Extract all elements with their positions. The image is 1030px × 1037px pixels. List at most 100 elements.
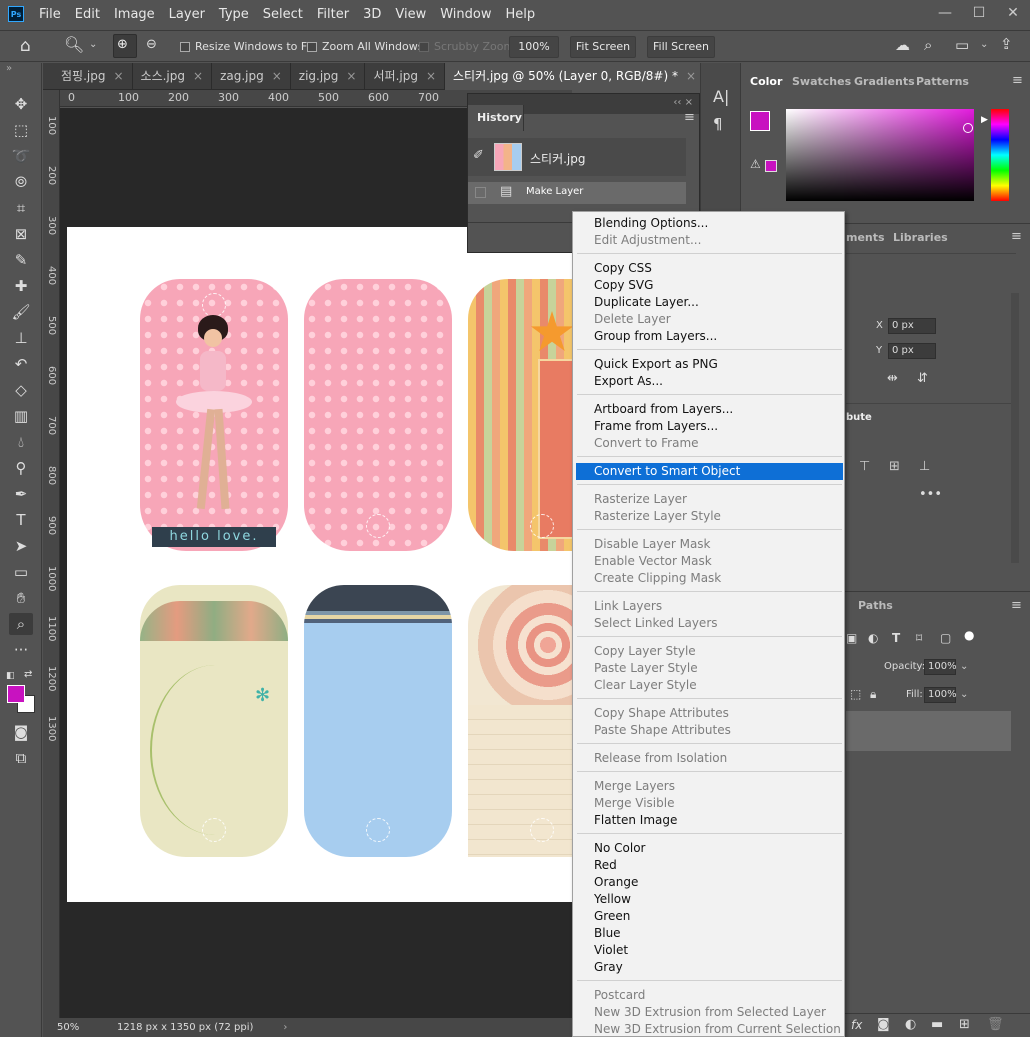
scrubby-zoom-checkbox[interactable]: Scrubby Zoom	[419, 40, 514, 53]
menu-item-artboard-from-layers[interactable]: Artboard from Layers...	[594, 401, 733, 418]
eraser-icon[interactable]: ◇	[9, 379, 33, 401]
flip-horizontal-icon[interactable]: ⇹	[887, 371, 898, 386]
foreground-color-swatch[interactable]	[7, 685, 25, 703]
history-step-checkbox[interactable]	[475, 187, 486, 198]
menu-item-gray[interactable]: Gray	[594, 959, 623, 976]
screen-mode-icon[interactable]: ⧉	[9, 747, 33, 769]
menu-item-flatten-image[interactable]: Flatten Image	[594, 812, 677, 829]
menu-item-frame-from-layers[interactable]: Frame from Layers...	[594, 418, 718, 435]
rectangle-tool-icon[interactable]: ▭	[9, 561, 33, 583]
add-mask-icon[interactable]: ◙	[877, 1017, 890, 1032]
menu-item-no-color[interactable]: No Color	[594, 840, 645, 857]
menu-item-blending-options[interactable]: Blending Options...	[594, 215, 708, 232]
lasso-tool-icon[interactable]: ➰	[9, 145, 33, 167]
y-field[interactable]: 0 px	[888, 343, 936, 359]
tab-close-icon[interactable]: ×	[686, 69, 696, 83]
panel-menu-icon[interactable]: ≡	[684, 110, 695, 125]
delete-layer-icon[interactable]: 🗑︎	[987, 1017, 1004, 1032]
menu-item-red[interactable]: Red	[594, 857, 617, 874]
menu-item-green[interactable]: Green	[594, 908, 630, 925]
tab-document-active[interactable]: 스티커.jpg @ 50% (Layer 0, RGB/8#) * ×	[445, 63, 706, 90]
lock-artboard-icon[interactable]: ⬚	[850, 687, 861, 701]
fill-chevron-icon[interactable]: ⌄	[960, 689, 968, 700]
tab-document[interactable]: 점핑.jpg ×	[43, 63, 133, 90]
flip-vertical-icon[interactable]: ⇵	[917, 371, 928, 386]
filter-shape-icon[interactable]: ⌑	[916, 631, 922, 645]
filter-image-icon[interactable]: ▣	[846, 631, 857, 645]
tab-close-icon[interactable]: ×	[426, 69, 436, 83]
quick-mask-icon[interactable]: ◙	[9, 721, 33, 743]
menu-item-yellow[interactable]: Yellow	[594, 891, 631, 908]
eyedropper-icon[interactable]: ✎	[9, 249, 33, 271]
tab-paths[interactable]: Paths	[858, 599, 893, 612]
zoom-percent-field[interactable]: 100%	[509, 36, 559, 58]
align-bottom-icon[interactable]: ⊥	[919, 459, 930, 474]
search-icon[interactable]: ⌕	[924, 36, 932, 54]
dodge-tool-icon[interactable]: ⚲	[9, 457, 33, 479]
menu-edit[interactable]: Edit	[68, 7, 107, 22]
warning-icon[interactable]: ⚠	[750, 157, 761, 171]
tab-close-icon[interactable]: ×	[193, 69, 203, 83]
tab-document[interactable]: 소스.jpg ×	[133, 63, 213, 90]
menu-item-export-as[interactable]: Export As...	[594, 373, 663, 390]
menu-item-duplicate-layer[interactable]: Duplicate Layer...	[594, 294, 699, 311]
tab-close-icon[interactable]: ×	[272, 69, 282, 83]
zoom-in-icon[interactable]: ⊕	[117, 37, 128, 52]
more-options-icon[interactable]: •••	[919, 487, 942, 502]
tab-libraries[interactable]: Libraries	[893, 231, 948, 244]
gradient-icon[interactable]: ▥	[9, 405, 33, 427]
hand-tool-icon[interactable]: ✋︎	[9, 587, 33, 609]
cloud-user-icon[interactable]: ☁	[895, 36, 910, 54]
panel-menu-icon[interactable]: ≡	[1011, 229, 1022, 244]
blur-tool-icon[interactable]: 💧︎	[9, 431, 33, 453]
paragraph-panel-icon[interactable]: ¶	[713, 115, 723, 133]
zoom-all-checkbox[interactable]: Zoom All Windows	[307, 40, 423, 53]
menu-file[interactable]: File	[32, 7, 68, 22]
menu-item-violet[interactable]: Violet	[594, 942, 628, 959]
history-brush-icon[interactable]: ↶	[9, 353, 33, 375]
tab-document[interactable]: 서퍼.jpg ×	[365, 63, 446, 90]
x-field[interactable]: 0 px	[888, 318, 936, 334]
history-brush-source-icon[interactable]: ✐	[473, 148, 484, 163]
move-tool-icon[interactable]: ✥	[9, 93, 33, 115]
menu-item-orange[interactable]: Orange	[594, 874, 638, 891]
color-foreground-swatch[interactable]	[750, 111, 770, 131]
zoom-out-icon[interactable]: ⊖	[146, 37, 157, 52]
tab-color[interactable]: Color	[750, 75, 782, 88]
tab-swatches[interactable]: Swatches	[792, 75, 851, 88]
tab-adjustments[interactable]: ments	[846, 231, 885, 244]
close-icon[interactable]: ✕	[996, 0, 1030, 28]
menu-image[interactable]: Image	[107, 7, 162, 22]
chevron-down-icon[interactable]: ⌄	[89, 39, 97, 50]
hue-slider-marker[interactable]: ▶	[981, 115, 988, 125]
healing-brush-icon[interactable]: ✚	[9, 275, 33, 297]
pen-tool-icon[interactable]: ✒	[9, 483, 33, 505]
status-menu-icon[interactable]: ›	[283, 1022, 287, 1033]
menu-item-group-from-layers[interactable]: Group from Layers...	[594, 328, 717, 345]
properties-scrollbar[interactable]	[1011, 293, 1019, 563]
more-tools-icon[interactable]: ···	[9, 639, 33, 661]
panel-menu-icon[interactable]: ≡	[1011, 598, 1022, 613]
minimize-icon[interactable]: —	[928, 0, 962, 28]
filter-toggle-icon[interactable]: ●	[964, 628, 974, 642]
lock-icon[interactable]: 🔒︎	[870, 687, 876, 702]
path-select-icon[interactable]: ➤	[9, 535, 33, 557]
zoom-tool-icon[interactable]: ⌕	[9, 613, 33, 635]
brush-tool-icon[interactable]: 🖌︎	[9, 301, 33, 323]
panel-menu-icon[interactable]: ≡	[1012, 73, 1023, 88]
character-panel-icon[interactable]: A|	[713, 87, 729, 106]
filter-type-icon[interactable]: T	[892, 631, 900, 645]
home-icon[interactable]: ⌂	[20, 36, 31, 56]
type-tool-icon[interactable]: T	[9, 509, 33, 531]
opacity-chevron-icon[interactable]: ⌄	[960, 661, 968, 672]
opacity-field[interactable]: 100%	[924, 659, 957, 675]
document-canvas[interactable]: hello love. ✻	[67, 227, 572, 902]
menu-select[interactable]: Select	[256, 7, 310, 22]
menu-layer[interactable]: Layer	[162, 7, 212, 22]
filter-adjustment-icon[interactable]: ◐	[868, 631, 878, 645]
new-layer-icon[interactable]: ⊞	[959, 1017, 970, 1032]
collapse-icon[interactable]: ‹‹	[673, 97, 681, 108]
tab-document[interactable]: zag.jpg ×	[212, 63, 291, 90]
zoom-level[interactable]: 50%	[43, 1022, 93, 1033]
gamut-swatch[interactable]	[765, 160, 777, 172]
